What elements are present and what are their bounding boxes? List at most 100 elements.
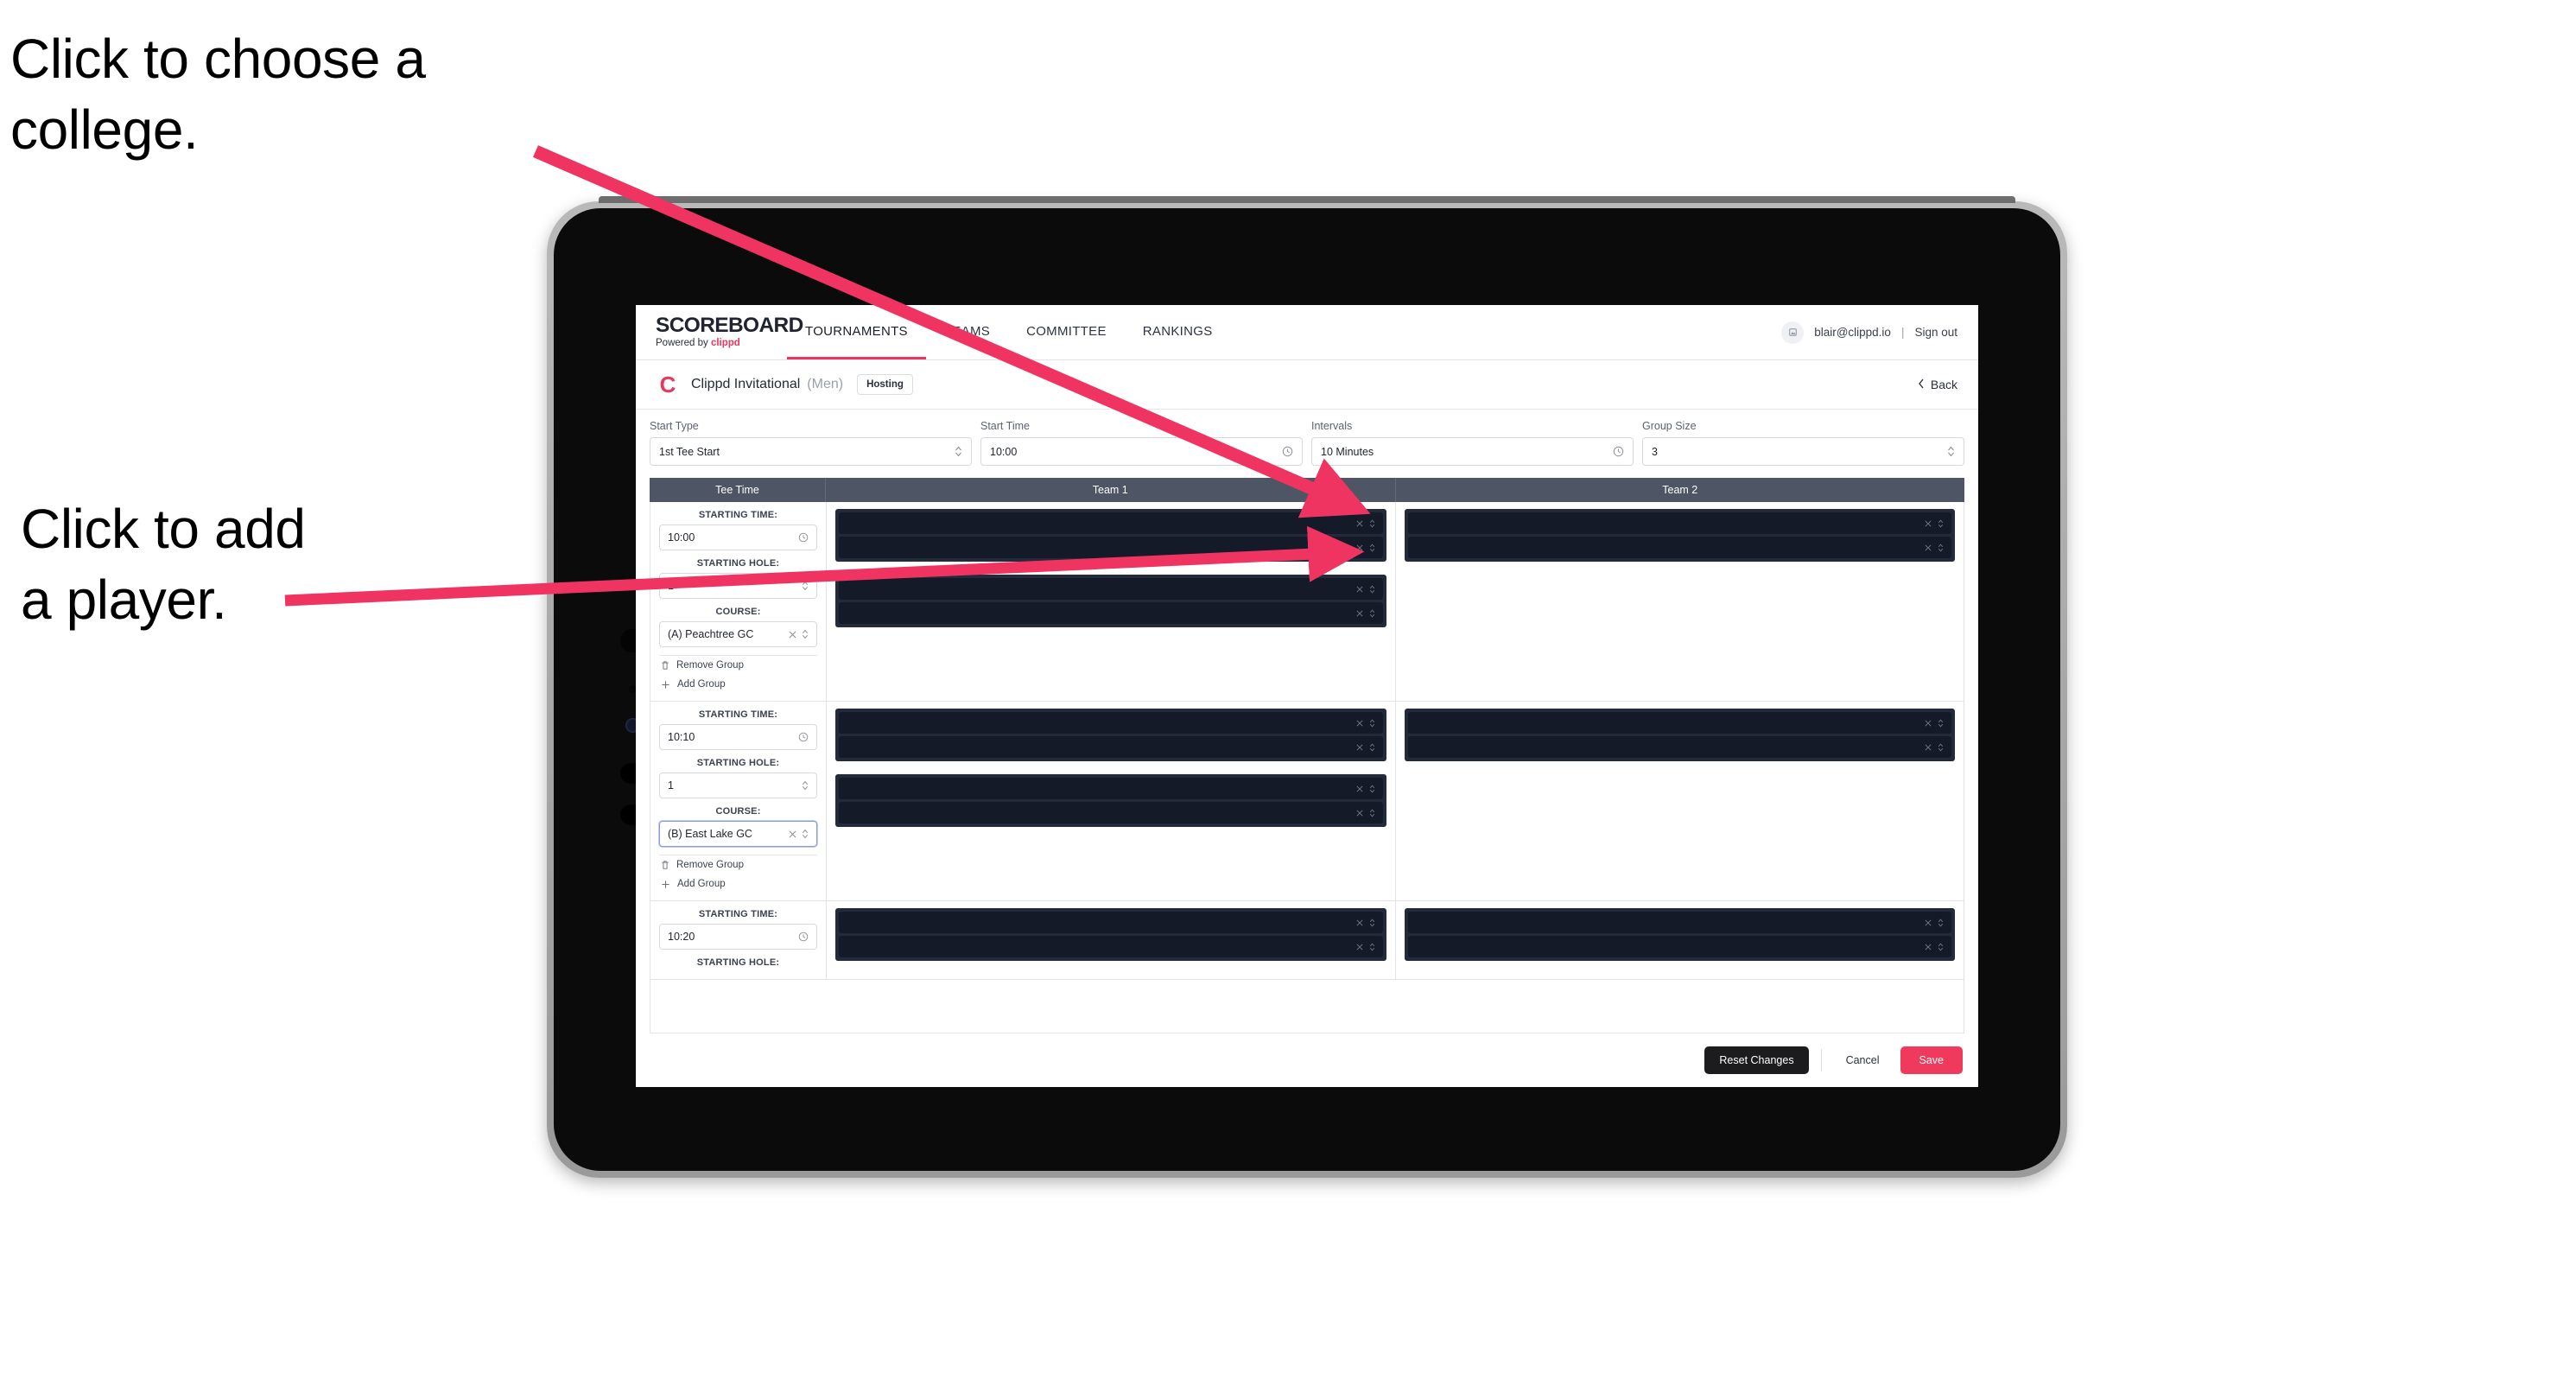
starting-hole-label: STARTING HOLE: xyxy=(696,758,780,768)
starting-time-input[interactable]: 10:00 xyxy=(659,525,817,550)
add-group-button[interactable]: Add Group xyxy=(659,874,817,893)
chevron-updown-icon[interactable] xyxy=(1369,543,1375,552)
start-time-label: Start Time xyxy=(980,420,1030,432)
tee-time-row: STARTING TIME: 10:00 STARTING HOLE: 1 COURSE… xyxy=(650,502,1964,702)
remove-group-button[interactable]: Remove Group xyxy=(659,655,817,675)
start-time-field: Start Time 10:00 xyxy=(980,420,1303,466)
player-select[interactable] xyxy=(839,802,1383,823)
nav-item-tournaments[interactable]: TOURNAMENTS xyxy=(787,305,926,359)
starting-time-input[interactable]: 10:20 xyxy=(659,924,817,950)
group-size-select[interactable]: 3 xyxy=(1642,437,1964,466)
brand-logo[interactable]: SCOREBOARD Powered by clippd xyxy=(636,305,803,359)
intervals-field: Intervals 10 Minutes xyxy=(1311,420,1634,466)
chevron-updown-icon[interactable] xyxy=(802,629,809,639)
tablet-top-edge xyxy=(599,196,2015,203)
player-select[interactable] xyxy=(1407,912,1951,933)
player-select[interactable] xyxy=(839,578,1383,600)
clear-icon[interactable] xyxy=(789,631,796,639)
back-button[interactable]: Back xyxy=(1918,378,1957,391)
start-time-input[interactable]: 10:00 xyxy=(980,437,1303,466)
clear-icon[interactable] xyxy=(1355,519,1363,527)
nav-item-teams[interactable]: TEAMS xyxy=(926,305,1008,359)
starting-hole-input[interactable]: 1 xyxy=(659,772,817,798)
cancel-button[interactable]: Cancel xyxy=(1834,1046,1892,1074)
clear-icon[interactable] xyxy=(1355,544,1363,551)
annotation-choose-college: Click to choose a college. xyxy=(10,28,426,161)
player-select[interactable] xyxy=(839,736,1383,758)
player-select[interactable] xyxy=(839,778,1383,799)
player-select[interactable] xyxy=(1407,512,1951,534)
clear-icon[interactable] xyxy=(1355,919,1363,926)
clear-icon[interactable] xyxy=(1355,743,1363,751)
clear-icon[interactable] xyxy=(1355,785,1363,792)
chevron-updown-icon[interactable] xyxy=(1369,518,1375,528)
chevron-updown-icon[interactable] xyxy=(802,780,809,791)
clock-icon[interactable] xyxy=(798,732,809,742)
clear-icon[interactable] xyxy=(1355,609,1363,617)
team-1-cell xyxy=(827,901,1396,979)
player-select[interactable] xyxy=(839,712,1383,734)
remove-group-label: Remove Group xyxy=(676,660,744,671)
intervals-input[interactable]: 10 Minutes xyxy=(1311,437,1634,466)
player-select[interactable] xyxy=(1407,537,1951,558)
footer-divider xyxy=(1820,1049,1822,1071)
player-select[interactable] xyxy=(839,602,1383,624)
chevron-updown-icon[interactable] xyxy=(1369,608,1375,618)
player-select[interactable] xyxy=(839,912,1383,933)
starting-hole-input[interactable]: 1 xyxy=(659,573,817,599)
course-select[interactable]: (A) Peachtree GC xyxy=(659,621,817,647)
chevron-updown-icon[interactable] xyxy=(1369,584,1375,594)
remove-group-button[interactable]: Remove Group xyxy=(659,855,817,874)
player-select[interactable] xyxy=(839,936,1383,957)
trash-icon xyxy=(661,860,669,870)
player-select[interactable] xyxy=(839,512,1383,534)
chevron-updown-icon[interactable] xyxy=(1938,742,1944,752)
clear-icon[interactable] xyxy=(1925,743,1932,751)
save-button[interactable]: Save xyxy=(1900,1046,1963,1074)
player-select[interactable] xyxy=(1407,936,1951,957)
course-value: (B) East Lake GC xyxy=(668,828,752,840)
clear-icon[interactable] xyxy=(1925,919,1932,926)
clear-icon[interactable] xyxy=(1925,519,1932,527)
chevron-updown-icon[interactable] xyxy=(802,829,809,839)
tournament-subheader: C Clippd Invitational (Men) Hosting Back xyxy=(636,360,1978,410)
chevron-updown-icon[interactable] xyxy=(1369,942,1375,951)
nav-item-rankings[interactable]: RANKINGS xyxy=(1125,305,1231,359)
user-avatar-icon[interactable] xyxy=(1781,321,1805,344)
player-select[interactable] xyxy=(1407,712,1951,734)
reset-changes-button[interactable]: Reset Changes xyxy=(1704,1046,1809,1074)
clear-icon[interactable] xyxy=(1925,719,1932,727)
add-group-button[interactable]: Add Group xyxy=(659,675,817,694)
tee-sheet-rows-scroll-area[interactable]: STARTING TIME: 10:00 STARTING HOLE: 1 COURSE… xyxy=(650,502,1964,1033)
player-select[interactable] xyxy=(839,537,1383,558)
chevron-updown-icon[interactable] xyxy=(802,581,809,591)
nav-items: TOURNAMENTS TEAMS COMMITTEE RANKINGS xyxy=(787,305,1781,359)
chevron-updown-icon[interactable] xyxy=(1369,784,1375,793)
sign-out-link[interactable]: Sign out xyxy=(1914,326,1957,339)
chevron-updown-icon[interactable] xyxy=(1938,918,1944,927)
player-select[interactable] xyxy=(1407,736,1951,758)
course-select[interactable]: (B) East Lake GC xyxy=(659,821,817,847)
start-type-select[interactable]: 1st Tee Start xyxy=(650,437,972,466)
clear-icon[interactable] xyxy=(1925,544,1932,551)
player-group-block xyxy=(835,509,1386,562)
chevron-updown-icon[interactable] xyxy=(1938,718,1944,728)
add-group-label: Add Group xyxy=(677,879,726,889)
starting-time-input[interactable]: 10:10 xyxy=(659,724,817,750)
chevron-updown-icon[interactable] xyxy=(1369,808,1375,817)
chevron-updown-icon[interactable] xyxy=(1369,718,1375,728)
chevron-updown-icon[interactable] xyxy=(1369,918,1375,927)
clear-icon[interactable] xyxy=(1355,943,1363,950)
chevron-updown-icon[interactable] xyxy=(1938,518,1944,528)
chevron-updown-icon[interactable] xyxy=(1938,942,1944,951)
clock-icon[interactable] xyxy=(798,532,809,543)
clear-icon[interactable] xyxy=(1355,809,1363,817)
clear-icon[interactable] xyxy=(1355,719,1363,727)
clock-icon[interactable] xyxy=(798,931,809,942)
chevron-updown-icon[interactable] xyxy=(1369,742,1375,752)
clear-icon[interactable] xyxy=(1355,585,1363,593)
clear-icon[interactable] xyxy=(1925,943,1932,950)
nav-item-committee[interactable]: COMMITTEE xyxy=(1008,305,1125,359)
clear-icon[interactable] xyxy=(789,830,796,838)
chevron-updown-icon[interactable] xyxy=(1938,543,1944,552)
